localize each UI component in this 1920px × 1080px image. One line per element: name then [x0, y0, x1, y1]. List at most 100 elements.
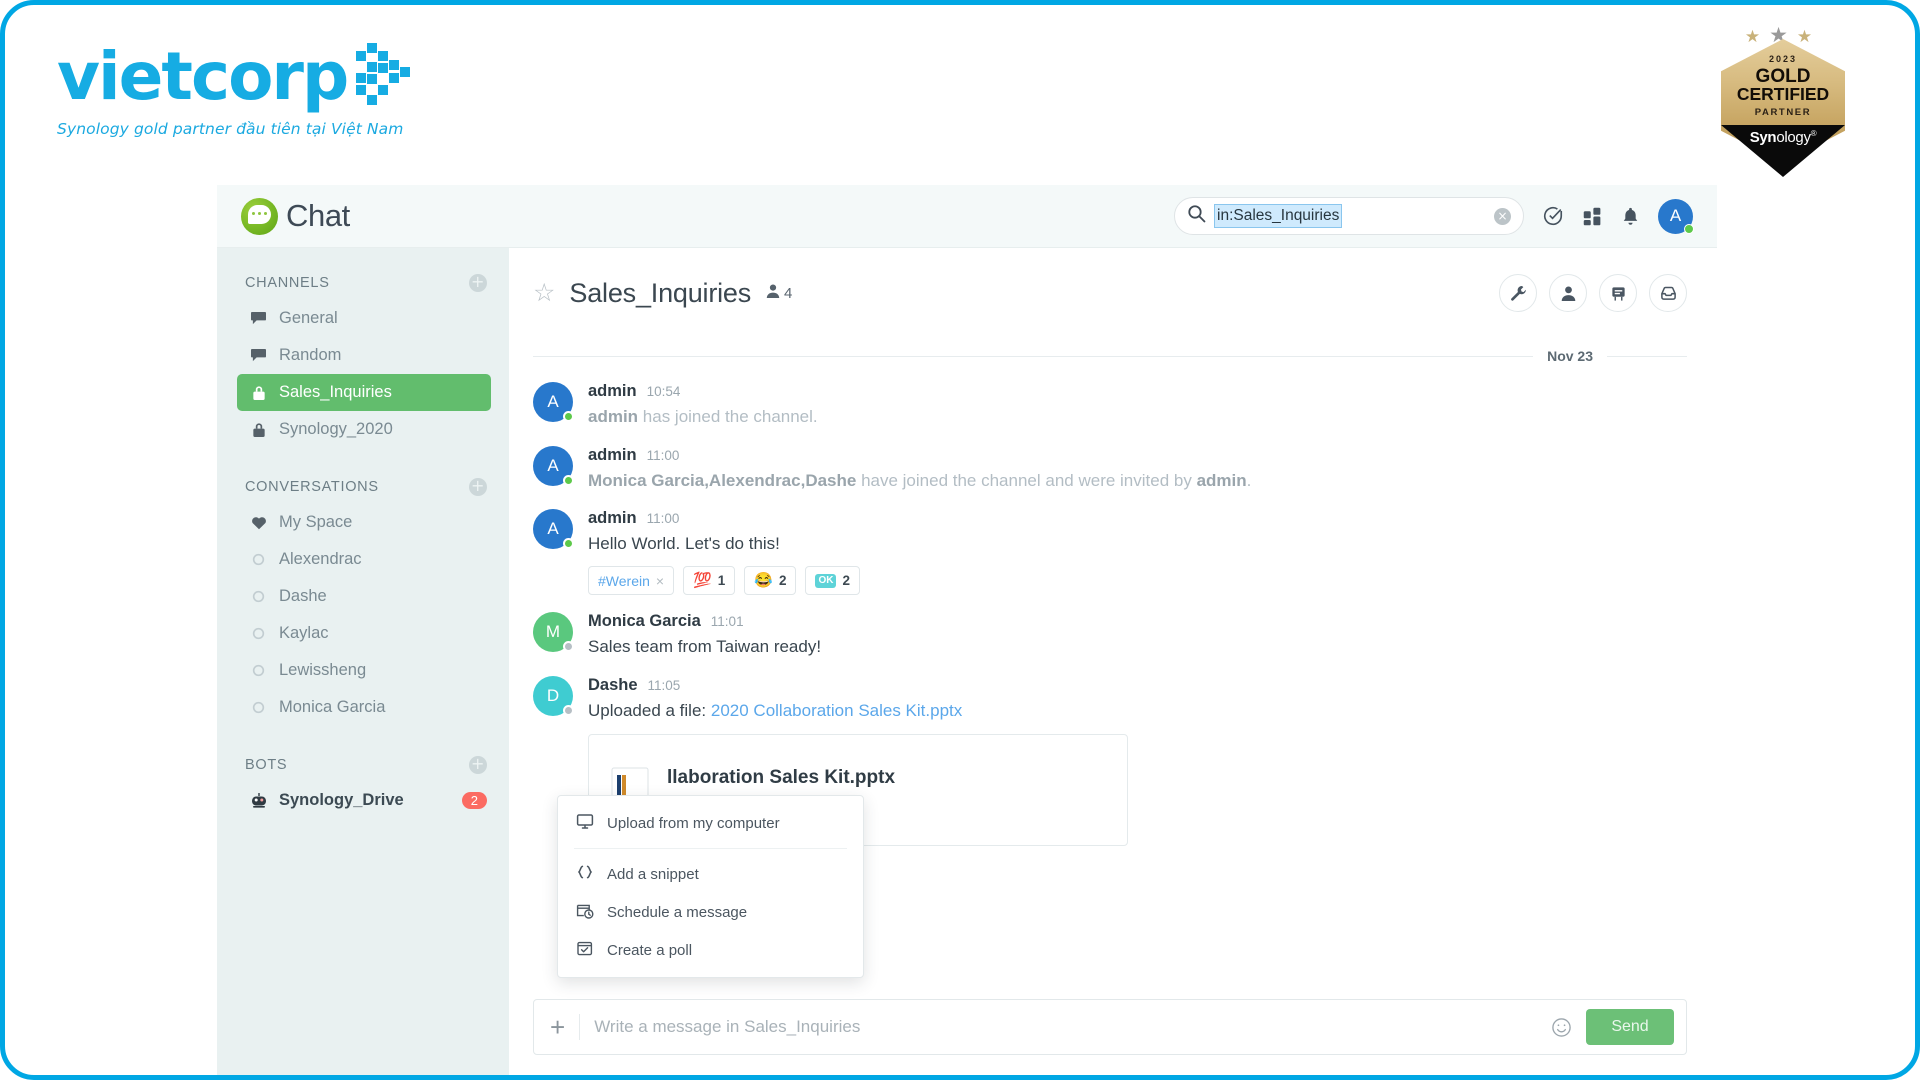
- chat-application-window: Chat in:Sales_Inquiries ×: [217, 185, 1717, 1080]
- robot-icon: [249, 793, 268, 809]
- channel-actions: [1499, 274, 1687, 312]
- message-author: admin: [588, 509, 637, 529]
- app-body: CHANNELS + General Random: [217, 248, 1717, 1080]
- check-circle-icon[interactable]: [1542, 205, 1564, 227]
- message-body: admin 11:00 Monica Garcia,Alexendrac,Das…: [588, 446, 1251, 493]
- hundred-points-emoji-icon: 💯: [693, 573, 712, 588]
- member-count-value: 4: [784, 285, 792, 302]
- message-time: 10:54: [647, 384, 681, 400]
- avatar[interactable]: A: [533, 509, 573, 549]
- sidebar-item-monica-garcia[interactable]: Monica Garcia: [237, 689, 491, 726]
- favorite-star-icon[interactable]: ☆: [533, 281, 555, 306]
- sidebar-item-label: Synology_Drive: [279, 791, 404, 810]
- upload-prefix: Uploaded a file:: [588, 701, 711, 720]
- menu-item-label: Schedule a message: [607, 904, 747, 921]
- add-channel-icon[interactable]: +: [469, 274, 487, 292]
- message-input[interactable]: Write a message in Sales_Inquiries: [594, 1017, 1537, 1037]
- person-icon: [765, 283, 781, 303]
- ok-emoji-icon: OK: [815, 574, 836, 588]
- close-icon[interactable]: ×: [656, 573, 664, 589]
- avatar[interactable]: D: [533, 676, 573, 716]
- file-link[interactable]: 2020 Collaboration Sales Kit.pptx: [711, 701, 962, 720]
- search-clear-icon[interactable]: ×: [1494, 208, 1511, 225]
- bulletin-board-icon[interactable]: [1599, 274, 1637, 312]
- sidebar-item-alexendrac[interactable]: Alexendrac: [237, 541, 491, 578]
- chat-logo-dots: [252, 212, 267, 215]
- message-body: Monica Garcia 11:01 Sales team from Taiw…: [588, 612, 821, 659]
- vietcorp-tagline: Synology gold partner đầu tiên tại Việt …: [57, 120, 437, 138]
- inbox-tray-icon[interactable]: [1649, 274, 1687, 312]
- message-time: 11:05: [648, 678, 681, 694]
- search-token-chip[interactable]: in:Sales_Inquiries: [1214, 204, 1342, 227]
- status-offline-icon: [249, 627, 268, 640]
- reaction-count: 2: [779, 573, 787, 588]
- message-item: A admin 11:00 Hello World. Let's do this…: [533, 509, 1687, 595]
- attachment-popup-menu: Upload from my computer Add a snippet Sc…: [557, 795, 864, 978]
- message-author: Dashe: [588, 676, 638, 696]
- joined-members: Monica Garcia,Alexendrac,Dashe: [588, 471, 856, 490]
- send-button[interactable]: Send: [1586, 1009, 1674, 1045]
- lock-icon: [249, 385, 268, 401]
- message-text: Hello World. Let's do this!: [588, 533, 860, 556]
- apps-grid-icon[interactable]: [1582, 206, 1603, 227]
- user-avatar[interactable]: A: [1658, 199, 1693, 234]
- avatar[interactable]: M: [533, 612, 573, 652]
- sidebar-item-label: Kaylac: [279, 624, 329, 643]
- synology-gold-partner-badge: ★★★ 2023 GOLD CERTIFIED PARTNER Synology…: [1713, 17, 1853, 169]
- monitor-icon: [576, 813, 594, 834]
- add-conversation-icon[interactable]: +: [469, 478, 487, 496]
- page-frame: vietcorp Synology gold partner đầ: [0, 0, 1920, 1080]
- sidebar-item-sales-inquiries[interactable]: Sales_Inquiries: [237, 374, 491, 411]
- badge-certified-text: CERTIFIED: [1721, 86, 1845, 104]
- menu-item-upload-from-computer[interactable]: Upload from my computer: [558, 804, 863, 842]
- sidebar-section-channels-header: CHANNELS +: [217, 266, 509, 300]
- sidebar-item-general[interactable]: General: [237, 300, 491, 337]
- sidebar-item-dashe[interactable]: Dashe: [237, 578, 491, 615]
- add-bot-icon[interactable]: +: [469, 756, 487, 774]
- person-icon[interactable]: [1549, 274, 1587, 312]
- reaction-joy[interactable]: 😂 2: [744, 566, 796, 595]
- reaction-hundred-points[interactable]: 💯 1: [683, 566, 735, 595]
- message-body: admin 10:54 admin has joined the channel…: [588, 382, 818, 429]
- app-topbar: Chat in:Sales_Inquiries ×: [217, 185, 1717, 248]
- avatar[interactable]: A: [533, 382, 573, 422]
- sidebar-item-kaylac[interactable]: Kaylac: [237, 615, 491, 652]
- search-input[interactable]: in:Sales_Inquiries ×: [1174, 197, 1524, 235]
- sidebar-item-label: Alexendrac: [279, 550, 362, 569]
- menu-item-add-snippet[interactable]: Add a snippet: [558, 855, 863, 893]
- chat-bubble-icon: [249, 348, 268, 363]
- lock-icon: [249, 422, 268, 438]
- message-header: admin 11:00: [588, 446, 1251, 466]
- menu-item-label: Add a snippet: [607, 866, 699, 883]
- sidebar-item-random[interactable]: Random: [237, 337, 491, 374]
- smiley-icon[interactable]: [1551, 1017, 1572, 1038]
- inviter-name: admin: [1197, 471, 1247, 490]
- bell-icon[interactable]: [1621, 206, 1640, 227]
- sidebar-item-lewissheng[interactable]: Lewissheng: [237, 652, 491, 689]
- status-offline-icon: [249, 590, 268, 603]
- wrench-icon[interactable]: [1499, 274, 1537, 312]
- message-text: Sales team from Taiwan ready!: [588, 636, 821, 659]
- avatar-initial: A: [547, 519, 558, 539]
- menu-item-create-poll[interactable]: Create a poll: [558, 931, 863, 969]
- sidebar-item-synology-drive[interactable]: Synology_Drive 2: [237, 782, 491, 819]
- add-attachment-button[interactable]: +: [550, 1014, 565, 1040]
- reaction-tag-chip[interactable]: #Werein ×: [588, 566, 674, 595]
- avatar-initial: M: [546, 622, 560, 642]
- menu-item-label: Create a poll: [607, 942, 692, 959]
- message-tail: .: [1247, 471, 1252, 490]
- date-divider-label: Nov 23: [1547, 348, 1593, 364]
- message-composer[interactable]: + Write a message in Sales_Inquiries Sen…: [533, 999, 1687, 1055]
- date-divider: Nov 23: [533, 348, 1687, 364]
- vietcorp-pixel-arrow-icon: [356, 43, 416, 110]
- avatar[interactable]: A: [533, 446, 573, 486]
- sidebar-item-my-space[interactable]: My Space: [237, 504, 491, 541]
- badge-syn-rest: ology: [1776, 129, 1810, 146]
- message-time: 11:00: [647, 448, 680, 464]
- badge-year: 2023: [1721, 54, 1845, 64]
- member-count[interactable]: 4: [765, 283, 792, 303]
- menu-item-schedule-message[interactable]: Schedule a message: [558, 893, 863, 931]
- sidebar-item-synology-2020[interactable]: Synology_2020: [237, 411, 491, 448]
- reaction-ok[interactable]: OK 2: [805, 566, 860, 595]
- sidebar-item-label: General: [279, 309, 338, 328]
